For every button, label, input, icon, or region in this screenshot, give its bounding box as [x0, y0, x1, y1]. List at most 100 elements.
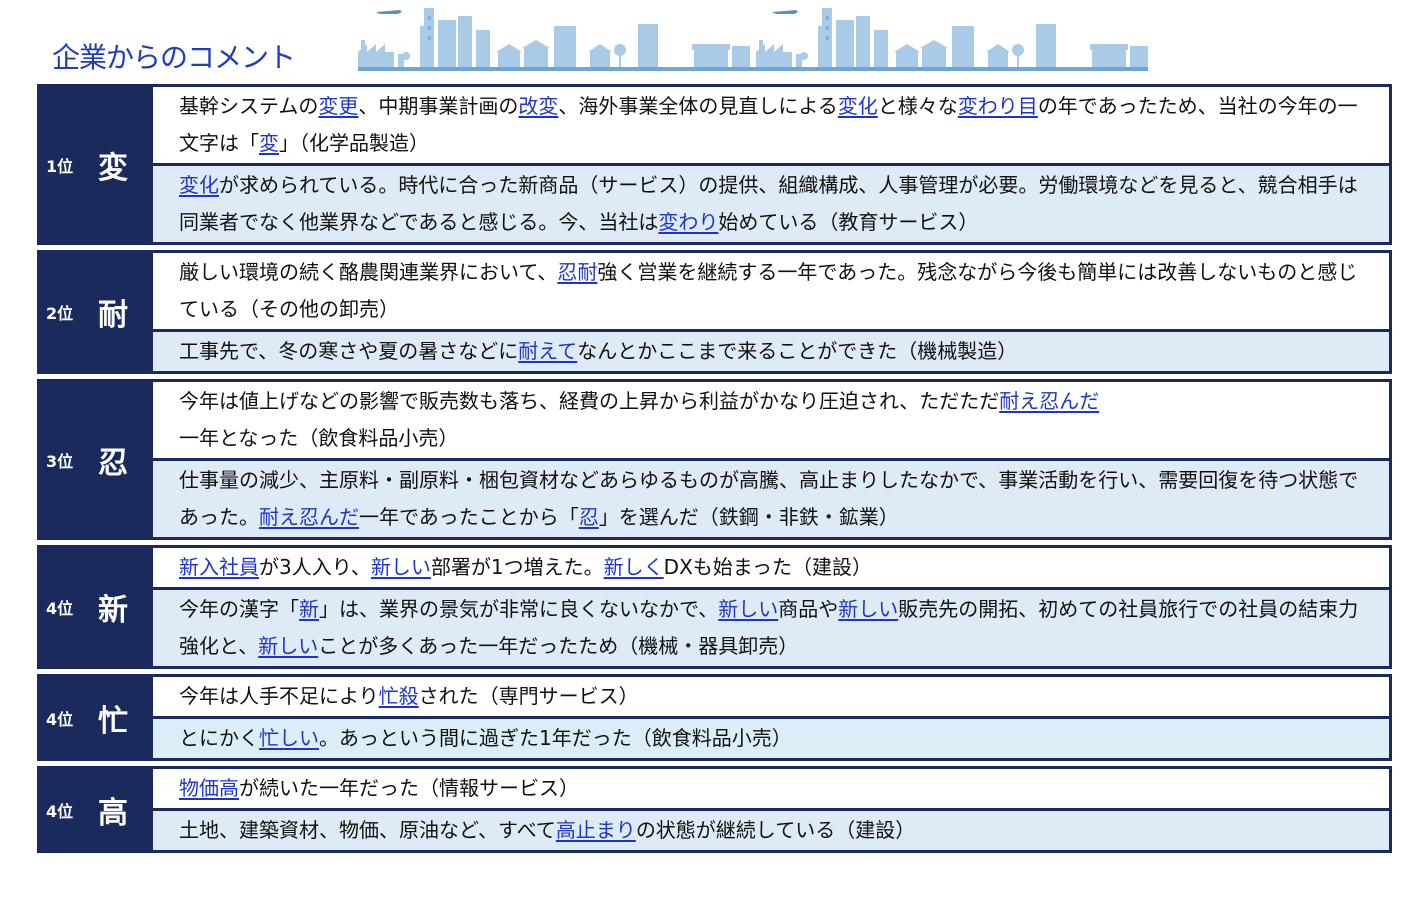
highlighted-keyword: 新: [299, 597, 319, 621]
comment-fragment: 、中期事業計画の: [358, 94, 519, 118]
comment-text: 厳しい環境の続く酪農関連業界において、忍耐強く営業を継続する一年であった。残念な…: [179, 254, 1369, 328]
comment-text: 今年の漢字「新」は、業界の景気が非常に良くないなかで、新しい商品や新しい販売先の…: [179, 591, 1369, 665]
comment-row: とにかく忙しい。あっという間に過ぎた1年だった（飲食料品小売）: [153, 719, 1389, 758]
highlighted-keyword: 新しい: [258, 634, 319, 658]
comment-fragment: が3人入り、: [259, 555, 371, 579]
comment-fragment: 。あっという間に過ぎた1年だった（飲食料品小売）: [319, 726, 792, 750]
highlighted-keyword: 耐え忍んだ: [999, 389, 1100, 413]
comment-row: 仕事量の減少、主原料・副原料・梱包資材などあらゆるものが高騰、高止まりしたなかで…: [153, 461, 1389, 537]
comment-text: 工事先で、冬の寒さや夏の暑さなどに耐えてなんとかここまで来ることができた（機械製…: [179, 333, 1017, 370]
comment-fragment: が続いた一年だった（情報サービス）: [239, 776, 579, 800]
comment-row: 土地、建築資材、物価、原油など、すべて高止まりの状態が継続している（建設）: [153, 811, 1389, 850]
comment-fragment: 」は、業界の景気が非常に良くないなかで、: [319, 597, 719, 621]
comment-rows: 新入社員が3人入り、新しい部署が1つ増えた。新しくDXも始まった（建設） 今年の漢…: [153, 545, 1392, 669]
comment-text: 土地、建築資材、物価、原油など、すべて高止まりの状態が継続している（建設）: [179, 812, 915, 849]
comment-fragment: 」（化学品製造）: [279, 131, 429, 155]
rank-position: 4位: [46, 801, 74, 821]
comment-text: とにかく忙しい。あっという間に過ぎた1年だった（飲食料品小売）: [179, 720, 792, 757]
comment-fragment: 一年となった（飲食料品小売）: [179, 426, 459, 450]
city-skyline-illustration: [358, 8, 1148, 71]
comment-row: 厳しい環境の続く酪農関連業界において、忍耐強く営業を継続する一年であった。残念な…: [153, 253, 1389, 329]
ranking-group: 1位変基幹システムの変更、中期事業計画の改変、海外事業全体の見直しによる変化と様…: [37, 84, 1392, 245]
rank-cell: 4位 新: [37, 545, 153, 669]
rank-cell: 1位 変: [37, 84, 153, 245]
comment-fragment: の状態が継続している（建設）: [635, 818, 916, 842]
rank-position: 4位: [46, 709, 74, 729]
highlighted-keyword: 忙殺: [378, 684, 419, 708]
highlighted-keyword: 新入社員: [179, 555, 259, 579]
highlighted-keyword: 耐え忍んだ: [259, 505, 359, 529]
comment-fragment: とにかく: [179, 726, 259, 750]
highlighted-keyword: 変: [259, 131, 279, 155]
comment-fragment: と様々な: [877, 94, 958, 118]
comment-fragment: 工事先で、冬の寒さや夏の暑さなどに: [179, 339, 519, 363]
comment-fragment: 一年であったことから「: [359, 505, 579, 529]
comment-row: 工事先で、冬の寒さや夏の暑さなどに耐えてなんとかここまで来ることができた（機械製…: [153, 332, 1389, 371]
comment-text: 変化が求められている。時代に合った新商品（サービス）の提供、組織構成、人事管理が…: [179, 167, 1369, 241]
highlighted-keyword: 忍耐: [557, 260, 598, 284]
rank-position: 3位: [46, 451, 74, 471]
highlighted-keyword: 新しい: [370, 555, 431, 579]
comment-text: 今年は値上げなどの影響で販売数も落ち、経費の上昇から利益がかなり圧迫され、ただた…: [179, 383, 1369, 457]
comment-text: 物価高が続いた一年だった（情報サービス）: [179, 770, 579, 807]
comment-rows: 厳しい環境の続く酪農関連業界において、忍耐強く営業を継続する一年であった。残念な…: [153, 250, 1392, 374]
rank-cell: 2位 耐: [37, 250, 153, 374]
highlighted-keyword: 改変: [518, 94, 559, 118]
comment-fragment: ことが多くあった一年だったため（機械・器具卸売）: [318, 634, 799, 658]
comment-rows: 基幹システムの変更、中期事業計画の改変、海外事業全体の見直しによる変化と様々な変…: [153, 84, 1392, 245]
ranking-group: 4位 高 物価高が続いた一年だった（情報サービス） 土地、建築資材、物価、原油など、す…: [37, 766, 1392, 853]
highlighted-keyword: 忙しい: [259, 726, 319, 750]
comment-text: 新入社員が3人入り、新しい部署が1つ増えた。新しくDXも始まった（建設）: [179, 549, 872, 586]
rank-cell: 3位 忍: [37, 379, 153, 540]
comment-text: 仕事量の減少、主原料・副原料・梱包資材などあらゆるものが高騰、高止まりしたなかで…: [179, 462, 1369, 536]
comment-fragment: 、海外事業全体の見直しによる: [558, 94, 838, 118]
rank-position: 2位: [46, 304, 74, 323]
comment-fragment: 今年の漢字「: [179, 597, 299, 621]
comment-fragment: 始めている（教育サービス）: [718, 210, 979, 234]
ranking-group: 3位忍今年は値上げなどの影響で販売数も落ち、経費の上昇から利益がかなり圧迫され、…: [37, 379, 1392, 540]
comment-fragment: 」を選んだ（鉄鋼・非鉄・鉱業）: [598, 505, 899, 529]
comment-fragment: 今年は値上げなどの影響で販売数も落ち、経費の上昇から利益がかなり圧迫され、ただた…: [179, 389, 1000, 413]
comment-text: 今年は人手不足により忙殺された（専門サービス）: [179, 678, 639, 715]
rank-kanji: 変: [98, 150, 128, 186]
rank-kanji: 新: [98, 593, 128, 628]
comment-row: 変化が求められている。時代に合った新商品（サービス）の提供、組織構成、人事管理が…: [153, 166, 1389, 242]
highlighted-keyword: 新しい: [718, 597, 779, 621]
ranking-group: 4位 新 新入社員が3人入り、新しい部署が1つ増えた。新しくDXも始まった（建設） 今…: [37, 545, 1392, 669]
highlighted-keyword: 変化: [837, 94, 878, 118]
rank-cell: 4位 忙: [37, 674, 153, 761]
highlighted-keyword: 新しく: [603, 555, 664, 579]
rank-kanji: 耐: [98, 298, 128, 333]
comment-fragment: された（専門サービス）: [418, 684, 639, 708]
comment-rows: 今年は人手不足により忙殺された（専門サービス） とにかく忙しい。あっという間に過ぎ…: [153, 674, 1392, 761]
comment-fragment: 今年は人手不足により: [179, 684, 379, 708]
highlighted-keyword: 変更: [318, 94, 359, 118]
rank-kanji: 忍: [98, 445, 128, 481]
highlighted-keyword: 忍: [578, 505, 599, 529]
comment-row: 今年の漢字「新」は、業界の景気が非常に良くないなかで、新しい商品や新しい販売先の…: [153, 590, 1389, 666]
comment-row: 基幹システムの変更、中期事業計画の改変、海外事業全体の見直しによる変化と様々な変…: [153, 87, 1389, 163]
comment-row: 今年は値上げなどの影響で販売数も落ち、経費の上昇から利益がかなり圧迫され、ただた…: [153, 382, 1389, 458]
comment-fragment: 基幹システムの: [179, 94, 319, 118]
comment-text: 基幹システムの変更、中期事業計画の改変、海外事業全体の見直しによる変化と様々な変…: [179, 88, 1369, 162]
rank-position: 1位: [46, 156, 74, 176]
highlighted-keyword: 変わり: [658, 210, 719, 234]
comment-row: 新入社員が3人入り、新しい部署が1つ増えた。新しくDXも始まった（建設）: [153, 548, 1389, 587]
comment-row: 今年は人手不足により忙殺された（専門サービス）: [153, 677, 1389, 716]
ranking-group: 2位 耐 厳しい環境の続く酪農関連業界において、忍耐強く営業を継続する一年であった。…: [37, 250, 1392, 374]
highlighted-keyword: 高止まり: [555, 818, 636, 842]
ranking-group: 4位 忙 今年は人手不足により忙殺された（専門サービス） とにかく忙しい。あっという間…: [37, 674, 1392, 761]
page-title: 企業からのコメント: [52, 41, 296, 74]
rank-position: 4位: [46, 599, 74, 618]
highlighted-keyword: 耐えて: [518, 339, 578, 363]
comment-fragment: 商品や: [778, 597, 839, 621]
comment-fragment: なんとかここまで来ることができた（機械製造）: [577, 339, 1018, 363]
rank-kanji: 高: [98, 795, 128, 831]
rank-cell: 4位 高: [37, 766, 153, 853]
highlighted-keyword: 物価高: [179, 776, 239, 800]
comment-rows: 今年は値上げなどの影響で販売数も落ち、経費の上昇から利益がかなり圧迫され、ただた…: [153, 379, 1392, 540]
kanji-ranking-table: 1位変基幹システムの変更、中期事業計画の改変、海外事業全体の見直しによる変化と様…: [37, 84, 1392, 858]
comment-rows: 物価高が続いた一年だった（情報サービス） 土地、建築資材、物価、原油など、すべて高…: [153, 766, 1392, 853]
highlighted-keyword: 新しい: [838, 597, 899, 621]
comment-fragment: DXも始まった（建設）: [663, 555, 872, 579]
